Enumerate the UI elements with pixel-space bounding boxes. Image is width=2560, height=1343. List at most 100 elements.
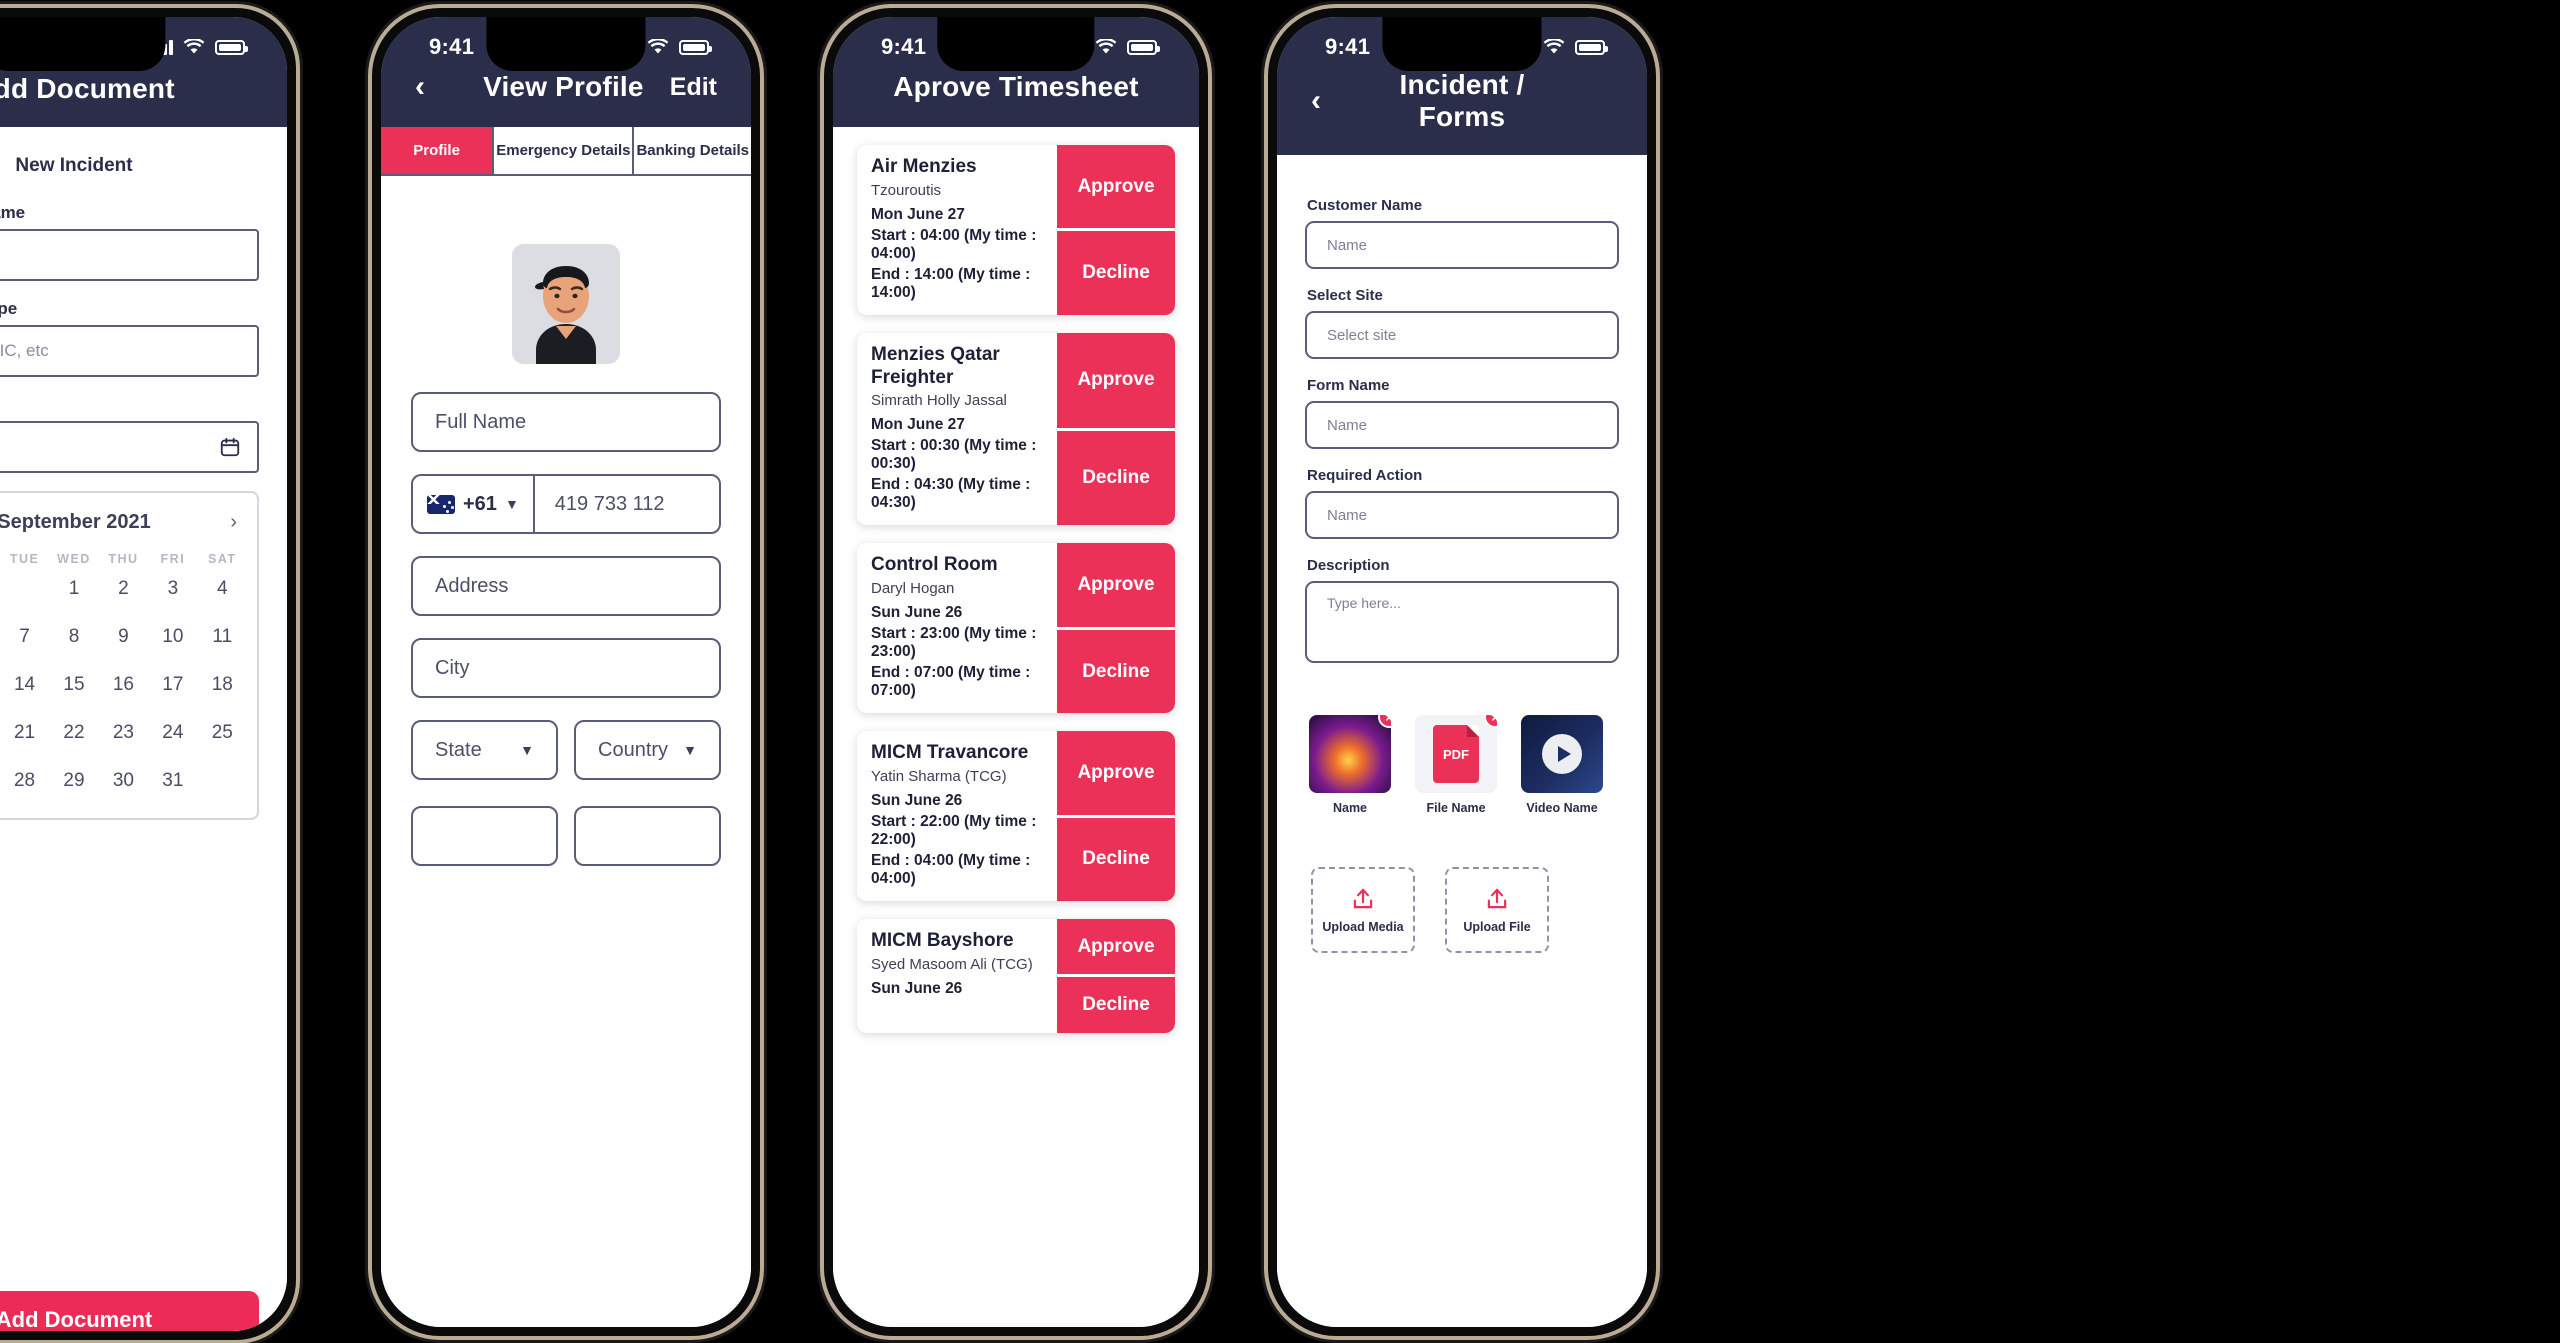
remove-icon[interactable]: ×	[1378, 715, 1391, 728]
notch	[1382, 17, 1542, 71]
extra-field-left[interactable]	[411, 806, 558, 866]
timesheet-info: Control Room Daryl Hogan Sun June 26 Start …	[857, 543, 1057, 713]
calendar-day[interactable]: 10	[148, 620, 197, 654]
decline-button[interactable]: Decline	[1057, 977, 1175, 1033]
timesheet-person: Simrath Holly Jassal	[871, 392, 1007, 410]
calendar-day[interactable]: 2	[99, 572, 148, 606]
field-required-action: Required Action Name	[1305, 467, 1619, 539]
calendar-day[interactable]: 14	[0, 668, 49, 702]
country-select[interactable]: Country ▼	[574, 720, 721, 780]
phone-number-row: +61 ▼ 419 733 112	[411, 474, 721, 534]
attachment-pdf[interactable]: PDF × File Name	[1415, 715, 1497, 815]
phone-number-input[interactable]: 419 733 112	[532, 474, 721, 534]
timesheet-date: Sun June 26	[871, 791, 963, 809]
chevron-left-icon[interactable]: ‹	[1311, 86, 1353, 116]
timesheet-card: Menzies Qatar Freighter Simrath Holly Jas…	[857, 332, 1175, 526]
tab-emergency-details[interactable]: Emergency Details	[494, 127, 635, 174]
calendar-day[interactable]: 21	[0, 716, 49, 750]
select-site-input[interactable]: Select site	[1305, 311, 1619, 359]
document-name-input[interactable]: Name	[0, 229, 259, 281]
chevron-down-icon: ▼	[520, 742, 534, 758]
calendar-dow: WED	[57, 552, 91, 566]
calendar-day[interactable]: 8	[49, 620, 98, 654]
calendar-day[interactable]: 25	[198, 716, 247, 750]
calendar-day[interactable]: 1	[49, 572, 98, 606]
decline-button[interactable]: Decline	[1057, 817, 1175, 901]
upload-media-button[interactable]: Upload Media	[1311, 867, 1415, 953]
attachment-video[interactable]: Video Name	[1521, 715, 1603, 815]
calendar-day[interactable]: 16	[99, 668, 148, 702]
city-input[interactable]: City	[411, 638, 721, 698]
calendar-day[interactable]: 23	[99, 716, 148, 750]
calendar-day[interactable]: 28	[0, 764, 49, 798]
calendar-day[interactable]: 30	[99, 764, 148, 798]
chevron-left-icon[interactable]: ‹	[415, 72, 457, 102]
battery-icon	[1575, 39, 1608, 55]
attachment-image[interactable]: × Name	[1309, 715, 1391, 815]
upload-buttons: Upload Media Upload File	[1305, 867, 1619, 953]
calendar-day[interactable]: 11	[198, 620, 247, 654]
remove-icon[interactable]: ×	[1484, 715, 1497, 728]
chevron-right-icon[interactable]: ›	[230, 511, 237, 534]
country-code-select[interactable]: +61 ▼	[411, 474, 533, 534]
calendar-day[interactable]: 3	[148, 572, 197, 606]
navbar-view-profile: ‹ View Profile Edit	[381, 69, 751, 127]
calendar-day[interactable]: 22	[49, 716, 98, 750]
page-title: Aprove Timesheet	[893, 71, 1139, 102]
address-input[interactable]: Address	[411, 556, 721, 616]
profile-photo	[512, 244, 620, 364]
calendar-day[interactable]: 18	[198, 668, 247, 702]
upload-media-label: Upload Media	[1322, 920, 1404, 934]
full-name-input[interactable]: Full Name	[411, 392, 721, 452]
approve-button[interactable]: Approve	[1057, 918, 1175, 975]
tab-profile[interactable]: Profile	[381, 127, 495, 174]
approve-button[interactable]: Approve	[1057, 145, 1175, 229]
approve-button[interactable]: Approve	[1057, 332, 1175, 428]
timesheet-start: Start : 22:00 (My time : 22:00)	[871, 812, 1037, 848]
calendar-day[interactable]: 7	[0, 620, 49, 654]
calendar-day[interactable]: 9	[99, 620, 148, 654]
pdf-thumbnail[interactable]: PDF ×	[1415, 715, 1497, 793]
state-select[interactable]: State ▼	[411, 720, 558, 780]
timesheet-person: Syed Masoom Ali (TCG)	[871, 955, 1033, 973]
attachment-label: Video Name	[1526, 801, 1598, 815]
timesheet-info: Air Menzies Tzouroutis Mon June 27 Start : …	[857, 145, 1057, 315]
tab-banking-details[interactable]: Banking Details	[634, 127, 751, 174]
field-select-site: Select Site Select site	[1305, 287, 1619, 359]
calendar-day[interactable]: 24	[148, 716, 197, 750]
edit-button[interactable]: Edit	[670, 73, 717, 102]
timesheet-end: End : 14:00 (My time : 14:00)	[871, 265, 1031, 301]
add-document-button[interactable]: Add Document	[0, 1291, 259, 1331]
calendar-day[interactable]: 17	[148, 668, 197, 702]
upload-file-label: Upload File	[1463, 920, 1531, 934]
extra-field-right[interactable]	[574, 806, 721, 866]
decline-button[interactable]: Decline	[1057, 629, 1175, 714]
timesheet-card: Air Menzies Tzouroutis Mon June 27 Start : …	[857, 145, 1175, 315]
calendar-day[interactable]: 4	[198, 572, 247, 606]
video-thumbnail[interactable]	[1521, 715, 1603, 793]
play-icon[interactable]	[1542, 734, 1582, 774]
date-picker-calendar[interactable]: September 2021 › SUNMONTUEWEDTHUFRISAT 1…	[0, 491, 259, 820]
required-action-input[interactable]: Name	[1305, 491, 1619, 539]
expiry-date-input[interactable]: Select Date	[0, 421, 259, 473]
timesheet-list[interactable]: Air Menzies Tzouroutis Mon June 27 Start : …	[833, 127, 1199, 1177]
calendar-day[interactable]: 29	[49, 764, 98, 798]
calendar-day[interactable]: 31	[148, 764, 197, 798]
page-title: Add Document	[0, 73, 175, 104]
timesheet-person: Tzouroutis	[871, 181, 942, 199]
form-name-input[interactable]: Name	[1305, 401, 1619, 449]
document-type-input[interactable]: License, CNIC, etc	[0, 325, 259, 377]
attachment-label: File Name	[1426, 801, 1486, 815]
image-thumbnail[interactable]: ×	[1309, 715, 1391, 793]
calendar-dow: THU	[108, 552, 139, 566]
approve-button[interactable]: Approve	[1057, 731, 1175, 815]
calendar-day[interactable]: 15	[49, 668, 98, 702]
customer-name-input[interactable]: Name	[1305, 221, 1619, 269]
upload-file-button[interactable]: Upload File	[1445, 867, 1549, 953]
calendar-icon[interactable]	[219, 436, 241, 458]
description-textarea[interactable]: Type here...	[1305, 581, 1619, 663]
decline-button[interactable]: Decline	[1057, 231, 1175, 315]
navbar-incident-forms: ‹ Incident / Forms	[1277, 69, 1647, 155]
approve-button[interactable]: Approve	[1057, 543, 1175, 627]
decline-button[interactable]: Decline	[1057, 430, 1175, 526]
